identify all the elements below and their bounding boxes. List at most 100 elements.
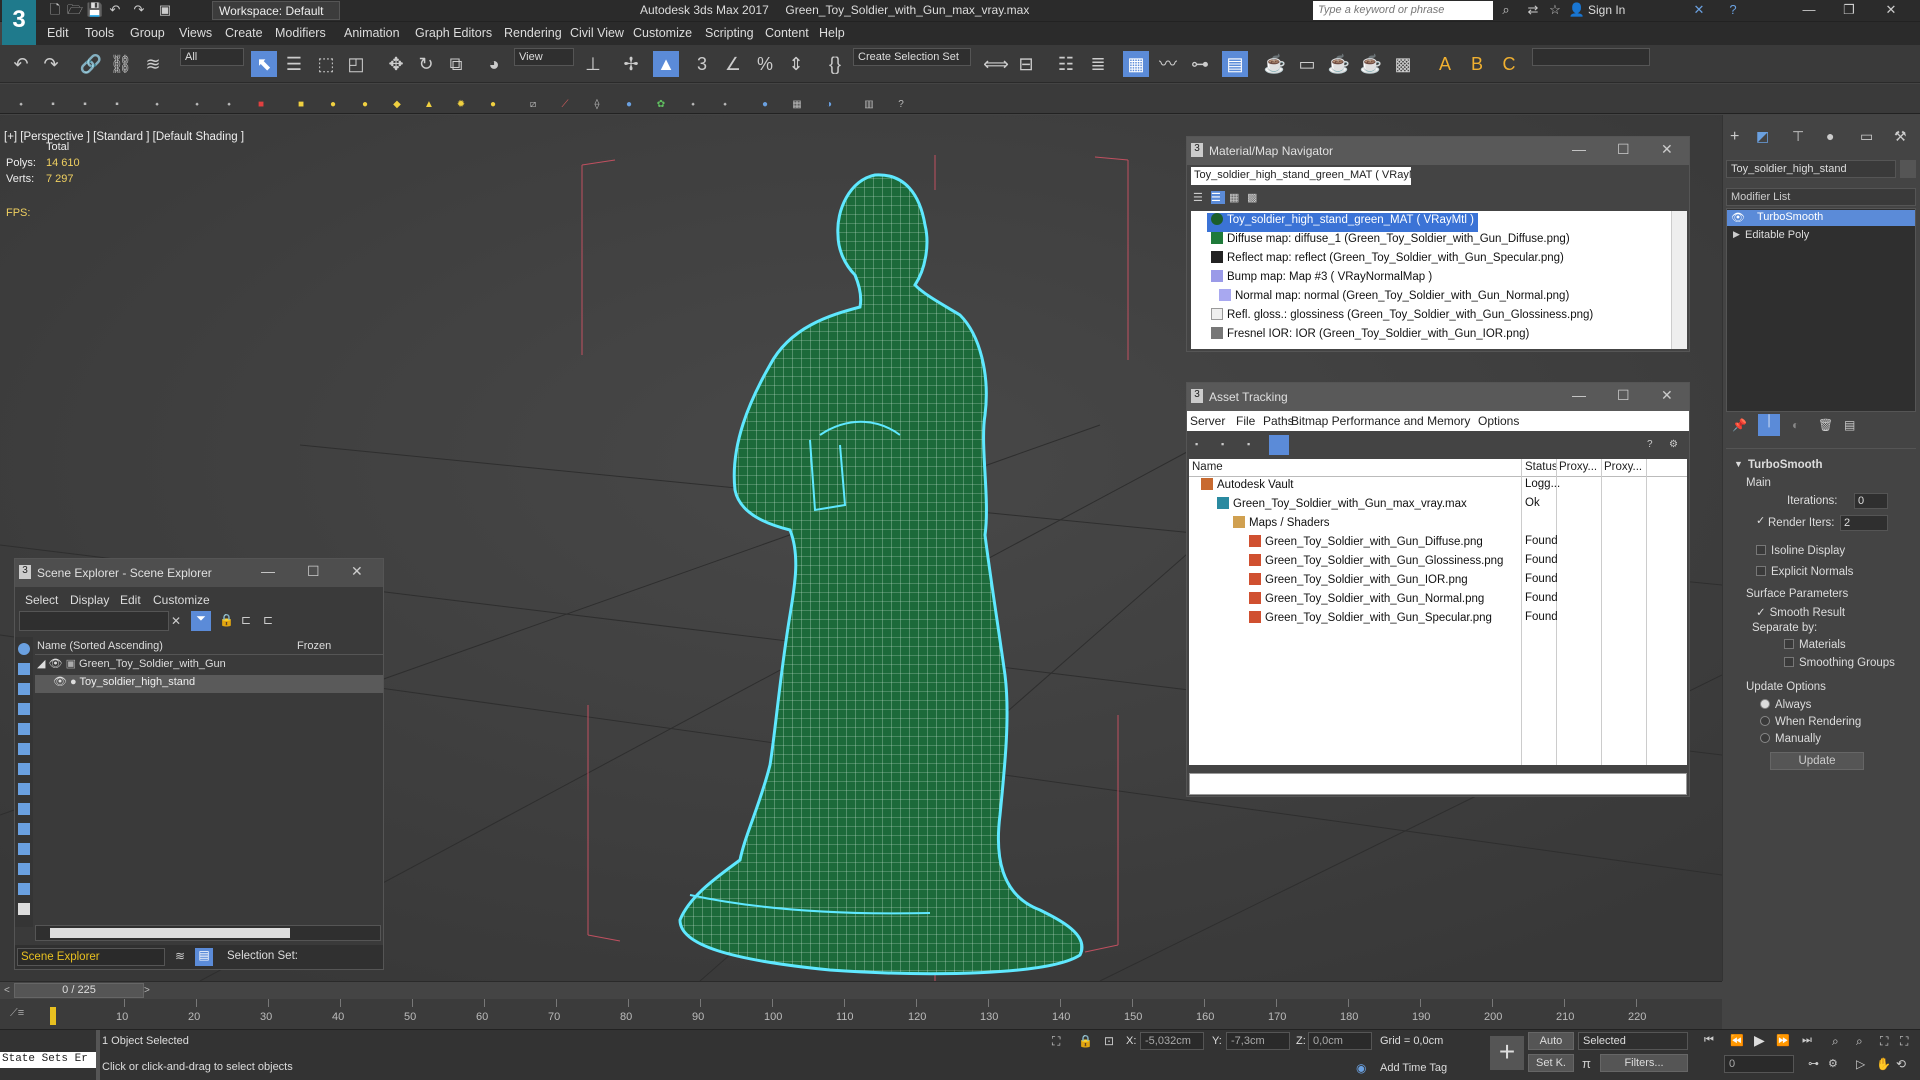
col-name-sorted[interactable]: Name (Sorted Ascending) bbox=[37, 640, 163, 652]
extra-dropdown[interactable] bbox=[1532, 48, 1650, 66]
rollout-collapse-icon[interactable]: ▼ bbox=[1734, 459, 1743, 469]
isoline-checkbox[interactable]: Isoline Display bbox=[1756, 545, 1845, 557]
project-folder-icon[interactable]: ▣ bbox=[156, 2, 174, 18]
percent-snap-icon[interactable]: % bbox=[752, 51, 778, 77]
tool-icon[interactable]: ● bbox=[358, 98, 372, 112]
scale-icon[interactable]: ⧉ bbox=[443, 51, 469, 77]
explicit-normals-checkbox[interactable]: Explicit Normals bbox=[1756, 566, 1853, 578]
table-row[interactable]: Green_Toy_Soldier_with_Gun_Normal.png bbox=[1249, 592, 1484, 611]
play-icon[interactable]: ▶ bbox=[1754, 1032, 1765, 1049]
tool-icon[interactable]: ⧄ bbox=[526, 98, 540, 112]
vray-text-a-icon[interactable]: A bbox=[1432, 51, 1458, 77]
material-map-item[interactable]: Fresnel IOR: IOR (Green_Toy_Soldier_with… bbox=[1211, 327, 1529, 346]
asset-tool-icon[interactable]: ▪ bbox=[1221, 439, 1233, 451]
pin-stack-icon[interactable]: 📌 bbox=[1732, 418, 1747, 432]
object-color-swatch[interactable] bbox=[1900, 160, 1916, 178]
angle-snap-icon[interactable]: ∠ bbox=[720, 51, 746, 77]
display-lights-icon[interactable] bbox=[18, 703, 30, 715]
col-proxy-2[interactable]: Proxy... bbox=[1604, 461, 1642, 473]
material-editor-icon[interactable]: ▤ bbox=[1222, 51, 1248, 77]
open-file-icon[interactable]: 🗁 bbox=[66, 2, 84, 18]
tool-icon[interactable]: ▪ bbox=[110, 98, 124, 112]
asset-tracking-titlebar[interactable]: 3 Asset Tracking — ☐ ✕ bbox=[1187, 383, 1689, 411]
field-of-view-icon[interactable]: ▷ bbox=[1856, 1057, 1865, 1071]
redo-icon[interactable]: ↷ bbox=[130, 2, 148, 18]
window-crossing-icon[interactable]: ◰ bbox=[343, 51, 369, 77]
scene-horizontal-scrollbar[interactable] bbox=[35, 925, 381, 941]
tool-icon[interactable]: ✿ bbox=[654, 98, 668, 112]
motion-tab-icon[interactable]: ● bbox=[1826, 128, 1834, 144]
display-cameras-icon[interactable] bbox=[18, 723, 30, 735]
utilities-tab-icon[interactable]: ⚒ bbox=[1894, 128, 1907, 145]
auto-key-button[interactable]: Auto bbox=[1528, 1032, 1574, 1050]
filters-button[interactable]: Filters... bbox=[1600, 1054, 1688, 1072]
render-setup-icon[interactable]: ☕ bbox=[1262, 51, 1288, 77]
tool-icon[interactable]: ▪ bbox=[78, 98, 92, 112]
scene-menu-customize[interactable]: Customize bbox=[153, 593, 210, 607]
previous-frame-icon[interactable]: ⏪ bbox=[1730, 1034, 1744, 1047]
render-production-icon[interactable]: ☕ bbox=[1326, 51, 1352, 77]
zoom-all-icon[interactable]: ⌕ bbox=[1856, 1034, 1863, 1049]
asset-help-icon[interactable]: ? bbox=[1647, 439, 1653, 450]
move-icon[interactable]: ✥ bbox=[383, 51, 409, 77]
toggle-ribbon-icon[interactable]: ≣ bbox=[1085, 51, 1111, 77]
display-all-icon[interactable] bbox=[18, 903, 30, 915]
display-xrefs-icon[interactable] bbox=[18, 803, 30, 815]
visibility-eye-icon[interactable]: 👁 bbox=[49, 658, 63, 670]
link-icon[interactable]: 🔗 bbox=[78, 51, 104, 77]
table-row[interactable]: Green_Toy_Soldier_with_Gun_Specular.png bbox=[1249, 611, 1492, 630]
close-icon[interactable]: ✕ bbox=[351, 563, 363, 580]
display-shapes-icon[interactable] bbox=[18, 683, 30, 695]
rectangular-selection-icon[interactable]: ⬚ bbox=[313, 51, 339, 77]
exchange-icon[interactable]: ⇄ bbox=[1524, 2, 1542, 18]
restore-window-icon[interactable]: ❐ bbox=[1840, 2, 1858, 18]
z-coordinate-field[interactable]: 0,0cm bbox=[1308, 1032, 1372, 1050]
zoom-icon[interactable]: ⌕ bbox=[1832, 1034, 1839, 1049]
smoothing-groups-checkbox[interactable]: Smoothing Groups bbox=[1784, 657, 1895, 669]
make-unique-icon[interactable]: ◐ bbox=[1792, 418, 1799, 432]
key-mode-toggle-icon[interactable]: ⊶ bbox=[1808, 1057, 1819, 1070]
next-frame-icon[interactable]: ⏩ bbox=[1776, 1034, 1790, 1047]
tool-icon[interactable]: ⟠ bbox=[590, 98, 604, 112]
menu-views[interactable]: Views bbox=[179, 26, 212, 40]
menu-help[interactable]: Help bbox=[819, 26, 845, 40]
minimize-window-icon[interactable]: — bbox=[1800, 2, 1818, 18]
tool-icon[interactable]: ⬩ bbox=[718, 98, 732, 112]
display-frozen-icon[interactable] bbox=[18, 863, 30, 875]
visibility-eye-icon[interactable]: 👁 bbox=[53, 676, 67, 688]
always-radio[interactable]: Always bbox=[1760, 699, 1811, 711]
tool-icon[interactable]: ▲ bbox=[422, 98, 436, 112]
edit-named-selection-icon[interactable]: {} bbox=[822, 51, 848, 77]
isolate-selection-icon[interactable]: ⛶ bbox=[1052, 1034, 1060, 1049]
display-geometry-icon[interactable] bbox=[18, 663, 30, 675]
scrollbar-thumb[interactable] bbox=[50, 928, 290, 938]
pan-view-icon[interactable]: ✋ bbox=[1876, 1057, 1891, 1071]
col-status[interactable]: Status bbox=[1525, 461, 1558, 473]
scene-menu-select[interactable]: Select bbox=[25, 593, 58, 607]
table-row[interactable]: Green_Toy_Soldier_with_Gun_Diffuse.png bbox=[1249, 535, 1483, 554]
maximize-icon[interactable]: ☐ bbox=[1617, 141, 1630, 158]
col-name[interactable]: Name bbox=[1192, 461, 1223, 473]
time-slider-next-icon[interactable]: > bbox=[144, 985, 150, 996]
keyboard-shortcut-override-icon[interactable]: ▲ bbox=[653, 51, 679, 77]
list-view-icon[interactable]: ☰ bbox=[1193, 191, 1207, 204]
material-name-field[interactable]: Toy_soldier_high_stand_green_MAT ( VRayM… bbox=[1191, 167, 1411, 185]
scene-tree-item[interactable]: ◢ 👁 ▣ Green_Toy_Soldier_with_Gun bbox=[37, 657, 377, 675]
menu-content[interactable]: Content bbox=[765, 26, 809, 40]
time-slider[interactable]: < 0 / 225 > bbox=[0, 981, 1722, 999]
materials-checkbox[interactable]: Materials bbox=[1784, 639, 1846, 651]
scene-explorer-titlebar[interactable]: 3 Scene Explorer - Scene Explorer — ☐ ✕ bbox=[15, 559, 383, 587]
show-end-result-icon[interactable]: ⏐ bbox=[1758, 414, 1780, 436]
material-map-item[interactable]: Diffuse map: diffuse_1 (Green_Toy_Soldie… bbox=[1211, 232, 1570, 251]
tool-icon[interactable]: ✹ bbox=[454, 98, 468, 112]
exchange-apps-icon[interactable]: ✕ bbox=[1690, 2, 1708, 18]
curve-editor-mini-icon[interactable]: ⟋≡ bbox=[10, 1007, 24, 1020]
tool-icon[interactable]: ● bbox=[622, 98, 636, 112]
star-icon[interactable]: ☆ bbox=[1546, 2, 1564, 18]
table-row[interactable]: Green_Toy_Soldier_with_Gun_Glossiness.pn… bbox=[1249, 554, 1503, 573]
small-icons-view-icon[interactable]: ▦ bbox=[1229, 191, 1243, 204]
display-groups-icon[interactable] bbox=[18, 783, 30, 795]
tool-icon[interactable]: ◆ bbox=[390, 98, 404, 112]
new-file-icon[interactable]: 🗋 bbox=[46, 2, 64, 18]
iterations-spinner[interactable]: 0 bbox=[1854, 493, 1888, 509]
